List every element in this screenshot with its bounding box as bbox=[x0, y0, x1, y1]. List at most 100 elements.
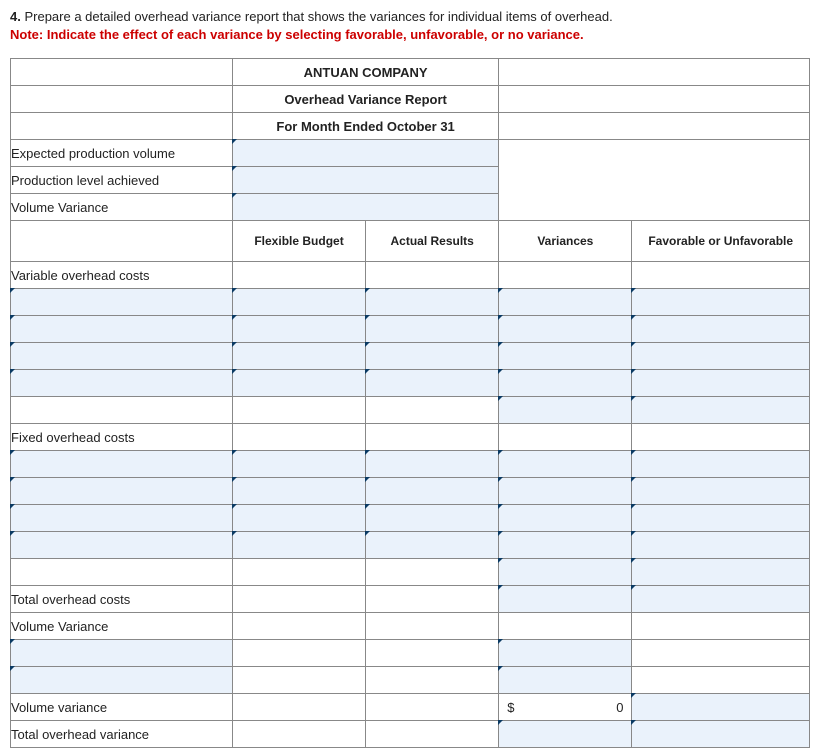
vol-var-fb bbox=[232, 694, 365, 721]
var-row1-fb[interactable] bbox=[232, 289, 365, 316]
company-name: ANTUAN COMPANY bbox=[232, 59, 498, 86]
total-oh-var[interactable] bbox=[499, 586, 632, 613]
question-body: Prepare a detailed overhead variance rep… bbox=[24, 9, 612, 24]
var-row1-var[interactable] bbox=[499, 289, 632, 316]
hdr-blank-2 bbox=[11, 86, 233, 113]
total-oh-fb bbox=[232, 586, 365, 613]
report-period: For Month Ended October 31 bbox=[232, 113, 498, 140]
total-var-ar bbox=[366, 721, 499, 748]
vv-row2-ar bbox=[366, 667, 499, 694]
total-oh-fu[interactable] bbox=[632, 586, 810, 613]
vv-row2-fb bbox=[232, 667, 365, 694]
fix-row3-ar[interactable] bbox=[366, 505, 499, 532]
fix-row3-fb[interactable] bbox=[232, 505, 365, 532]
var-subtotal-ar bbox=[366, 397, 499, 424]
fix-row4-label[interactable] bbox=[11, 532, 233, 559]
fix-subtotal-fu[interactable] bbox=[632, 559, 810, 586]
variance-report-table: ANTUAN COMPANY Overhead Variance Report … bbox=[10, 58, 810, 748]
fix-row1-fb[interactable] bbox=[232, 451, 365, 478]
total-var-var[interactable] bbox=[499, 721, 632, 748]
fix-row3-label[interactable] bbox=[11, 505, 233, 532]
blank-r5 bbox=[499, 167, 810, 194]
vv-sec-c2 bbox=[366, 613, 499, 640]
var-row4-fb[interactable] bbox=[232, 370, 365, 397]
var-subtotal-label bbox=[11, 397, 233, 424]
vv-row1-ar bbox=[366, 640, 499, 667]
total-var-label: Total overhead variance bbox=[11, 721, 233, 748]
expected-prod-input[interactable] bbox=[232, 140, 498, 167]
var-row1-label[interactable] bbox=[11, 289, 233, 316]
colhdr-blank bbox=[11, 221, 233, 262]
fix-subtotal-fb bbox=[232, 559, 365, 586]
vc-h-c3 bbox=[499, 262, 632, 289]
question-number: 4. bbox=[10, 9, 21, 24]
fixed-oh-label: Fixed overhead costs bbox=[11, 424, 233, 451]
fix-row3-fu[interactable] bbox=[632, 505, 810, 532]
vol-var-row-label: Volume variance bbox=[11, 694, 233, 721]
vol-var-fu[interactable] bbox=[632, 694, 810, 721]
fix-subtotal-label bbox=[11, 559, 233, 586]
expected-prod-label: Expected production volume bbox=[11, 140, 233, 167]
var-row2-ar[interactable] bbox=[366, 316, 499, 343]
fix-row2-fu[interactable] bbox=[632, 478, 810, 505]
vv-sec-c4 bbox=[632, 613, 810, 640]
fc-h-c4 bbox=[632, 424, 810, 451]
vv-row2-label[interactable] bbox=[11, 667, 233, 694]
var-row3-fu[interactable] bbox=[632, 343, 810, 370]
total-oh-label: Total overhead costs bbox=[11, 586, 233, 613]
var-subtotal-var[interactable] bbox=[499, 397, 632, 424]
fix-subtotal-var[interactable] bbox=[499, 559, 632, 586]
total-var-fu[interactable] bbox=[632, 721, 810, 748]
fix-row1-label[interactable] bbox=[11, 451, 233, 478]
var-row2-fb[interactable] bbox=[232, 316, 365, 343]
var-row3-var[interactable] bbox=[499, 343, 632, 370]
vc-h-c4 bbox=[632, 262, 810, 289]
hdr-blank-1 bbox=[11, 59, 233, 86]
fix-subtotal-ar bbox=[366, 559, 499, 586]
vv-row2-var[interactable] bbox=[499, 667, 632, 694]
fix-row3-var[interactable] bbox=[499, 505, 632, 532]
col-actual-results: Actual Results bbox=[366, 221, 499, 262]
fix-row2-ar[interactable] bbox=[366, 478, 499, 505]
fix-row4-var[interactable] bbox=[499, 532, 632, 559]
vv-row1-var[interactable] bbox=[499, 640, 632, 667]
vv-row2-fu bbox=[632, 667, 810, 694]
var-row3-label[interactable] bbox=[11, 343, 233, 370]
vv-sec-c1 bbox=[232, 613, 365, 640]
var-subtotal-fu[interactable] bbox=[632, 397, 810, 424]
fc-h-c2 bbox=[366, 424, 499, 451]
fix-row1-ar[interactable] bbox=[366, 451, 499, 478]
fix-row1-fu[interactable] bbox=[632, 451, 810, 478]
var-row3-fb[interactable] bbox=[232, 343, 365, 370]
fix-row2-label[interactable] bbox=[11, 478, 233, 505]
prod-level-input[interactable] bbox=[232, 167, 498, 194]
blank-r6 bbox=[499, 194, 810, 221]
hdr-blank-r2 bbox=[499, 86, 810, 113]
vv-row1-fu bbox=[632, 640, 810, 667]
fix-row2-var[interactable] bbox=[499, 478, 632, 505]
var-row2-var[interactable] bbox=[499, 316, 632, 343]
fix-row4-fb[interactable] bbox=[232, 532, 365, 559]
blank-r4 bbox=[499, 140, 810, 167]
fix-row1-var[interactable] bbox=[499, 451, 632, 478]
fix-row4-ar[interactable] bbox=[366, 532, 499, 559]
var-row4-fu[interactable] bbox=[632, 370, 810, 397]
volume-variance-top-input[interactable] bbox=[232, 194, 498, 221]
var-row3-ar[interactable] bbox=[366, 343, 499, 370]
report-title: Overhead Variance Report bbox=[232, 86, 498, 113]
vol-var-amount: 0 bbox=[616, 700, 623, 715]
fc-h-c3 bbox=[499, 424, 632, 451]
vol-var-value: $ 0 bbox=[499, 694, 632, 721]
var-row4-var[interactable] bbox=[499, 370, 632, 397]
var-row1-fu[interactable] bbox=[632, 289, 810, 316]
var-row2-label[interactable] bbox=[11, 316, 233, 343]
vv-row1-label[interactable] bbox=[11, 640, 233, 667]
var-row4-label[interactable] bbox=[11, 370, 233, 397]
var-row1-ar[interactable] bbox=[366, 289, 499, 316]
var-row4-ar[interactable] bbox=[366, 370, 499, 397]
prod-level-label: Production level achieved bbox=[11, 167, 233, 194]
vc-h-c1 bbox=[232, 262, 365, 289]
var-row2-fu[interactable] bbox=[632, 316, 810, 343]
fix-row2-fb[interactable] bbox=[232, 478, 365, 505]
fix-row4-fu[interactable] bbox=[632, 532, 810, 559]
